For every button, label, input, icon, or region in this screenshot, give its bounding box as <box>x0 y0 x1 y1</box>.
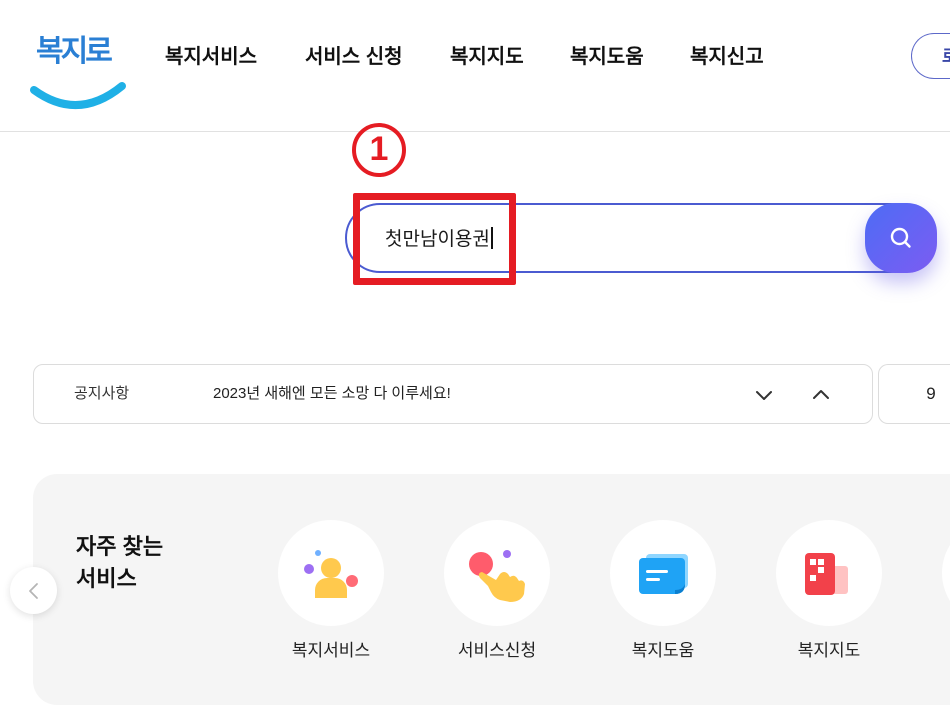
service-item-welfare-services[interactable]: 복지서비스 <box>261 520 401 664</box>
login-button-label: 로 <box>942 47 950 67</box>
notice-message[interactable]: 2023년 새해엔 모든 소망 다 이루세요! <box>213 384 451 404</box>
service-item-label: 복지서비스 <box>291 641 371 660</box>
service-item-label: 복지지도 <box>797 641 861 660</box>
nav-welfare-map[interactable]: 복지지도 <box>450 44 524 70</box>
notice-label: 공지사항 <box>74 385 130 402</box>
nav-service-application[interactable]: 서비스 신청 <box>305 44 403 70</box>
frequent-title-line2: 서비스 <box>76 566 137 591</box>
service-item-welfare-map[interactable]: 복지지도 <box>759 520 899 664</box>
site-logo[interactable]: 복지로 <box>28 26 128 112</box>
service-icon-circle <box>444 520 550 626</box>
nav-welfare-services[interactable]: 복지서비스 <box>165 44 257 70</box>
service-item-welfare-help[interactable]: 복지도움 <box>593 520 733 664</box>
nav-welfare-help[interactable]: 복지도움 <box>570 44 644 70</box>
service-item-label: 서비스신청 <box>457 641 537 660</box>
map-grid-icon <box>805 553 848 595</box>
chat-bubble-icon <box>639 554 688 594</box>
service-item-service-application[interactable]: 서비스신청 <box>427 520 567 664</box>
chevron-down-icon <box>756 391 772 400</box>
step-marker: 1 <box>352 123 406 177</box>
service-item-label: 복지도움 <box>631 641 695 660</box>
hand-pointer-icon <box>469 550 525 602</box>
service-item-partial[interactable] <box>942 520 950 626</box>
nav-welfare-report[interactable]: 복지신고 <box>690 44 764 70</box>
service-icon-circle <box>278 520 384 626</box>
person-icon <box>304 550 358 598</box>
annotation-highlight-box <box>353 193 516 285</box>
service-icon-circle <box>610 520 716 626</box>
notice-counter: 9 <box>926 384 936 403</box>
frequent-title-line1: 자주 찾는 <box>76 534 164 559</box>
carousel-prev-button[interactable] <box>10 567 57 614</box>
search-button[interactable] <box>865 203 937 273</box>
header-divider <box>0 131 950 132</box>
service-icon-circle <box>776 520 882 626</box>
notice-next-button[interactable] <box>752 383 776 407</box>
login-button[interactable]: 로 <box>911 33 950 79</box>
notice-counter-box: 9 <box>878 364 950 424</box>
notice-prev-button[interactable] <box>809 383 833 407</box>
logo-text: 복지로 <box>36 35 113 68</box>
search-icon <box>890 227 911 248</box>
notice-bar: 공지사항 2023년 새해엔 모든 소망 다 이루세요! <box>33 364 873 424</box>
frequent-services-title: 자주 찾는 서비스 <box>76 531 163 595</box>
chevron-up-icon <box>813 390 829 399</box>
chevron-left-icon <box>28 582 38 599</box>
